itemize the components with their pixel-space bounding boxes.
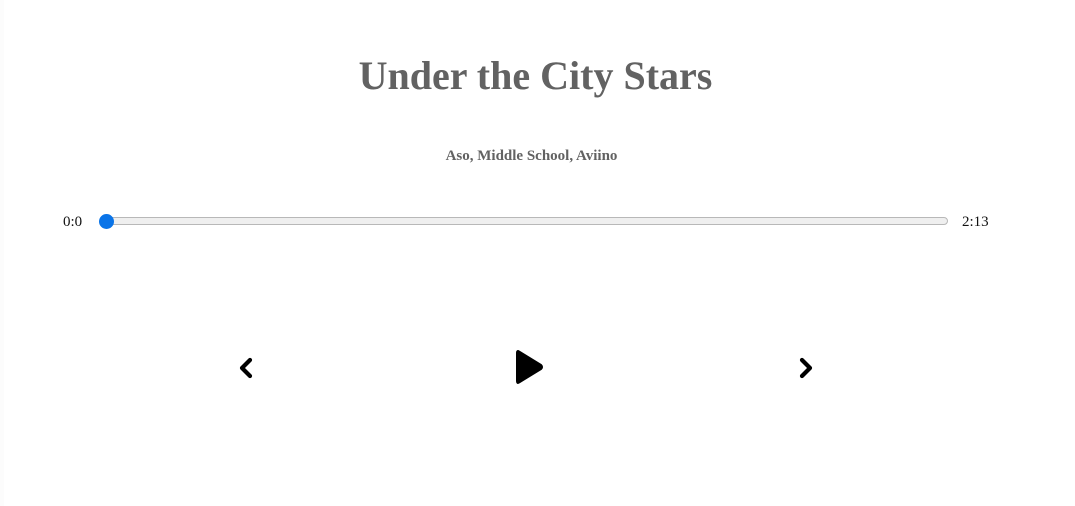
total-time: 2:13 — [962, 214, 989, 230]
play-icon — [516, 350, 543, 384]
chevron-left-icon — [239, 357, 253, 379]
next-button[interactable] — [796, 355, 816, 381]
previous-button[interactable] — [236, 355, 256, 381]
song-artists: Aso, Middle School, Aviino — [445, 148, 618, 164]
progress-slider-thumb[interactable] — [99, 214, 114, 229]
music-player: Under the City Stars Aso, Middle School,… — [4, 0, 1075, 506]
progress-slider[interactable] — [104, 217, 948, 225]
play-button[interactable] — [509, 348, 545, 386]
song-title: Under the City Stars — [358, 53, 713, 98]
chevron-right-icon — [799, 357, 813, 379]
current-time: 0:0 — [63, 214, 83, 230]
